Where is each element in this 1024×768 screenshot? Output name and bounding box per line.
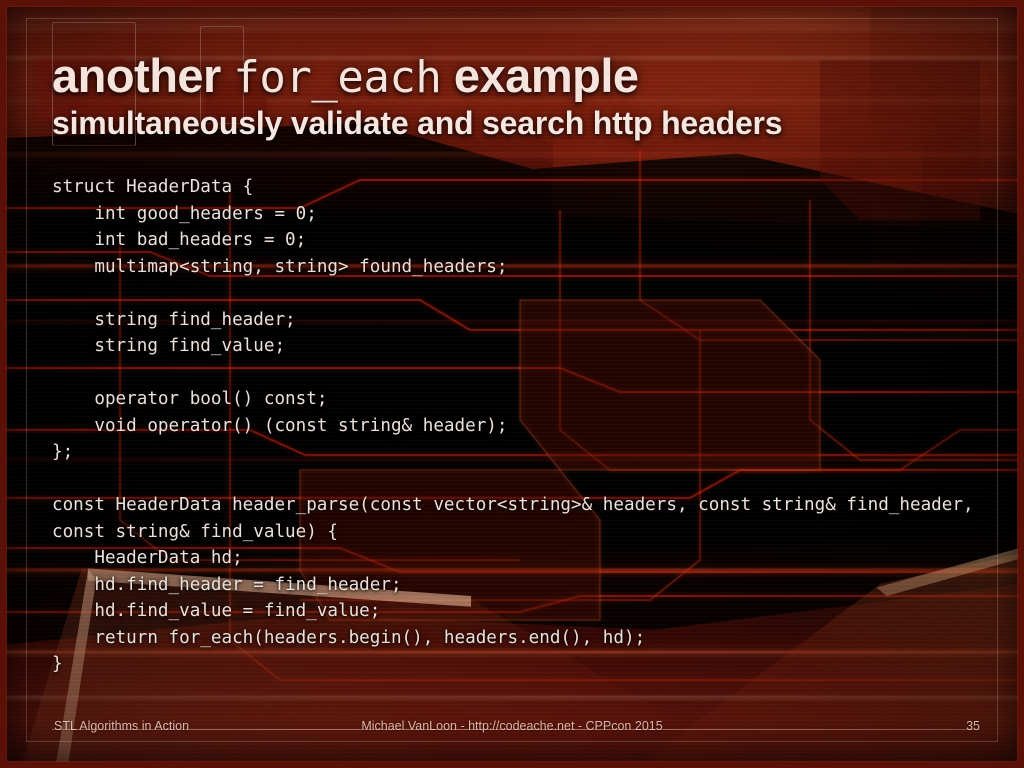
code-line: struct HeaderData { [52,177,254,197]
code-line: }; [52,442,74,462]
presentation-slide: another for_each example simultaneously … [0,0,1024,768]
code-line-wrapped: const HeaderData header_parse(const vect… [52,495,985,542]
code-block: struct HeaderData { int good_headers = 0… [52,174,982,678]
slide-subtitle: simultaneously validate and search http … [52,104,783,141]
slide-title-part3: example [453,49,639,102]
code-line: hd.find_header = find_header; [52,574,402,595]
footer-presentation-title: STL Algorithms in Action [54,719,190,733]
code-line: void operator() (const string& header); [52,415,508,436]
code-line: string find_value; [52,336,286,356]
slide-title: another for_each example [52,52,982,101]
slide-title-block: another for_each example simultaneously … [52,52,982,140]
slide-content: another for_each example simultaneously … [0,0,1024,768]
code-line: HeaderData hd; [52,548,243,568]
code-line: multimap<string, string> found_headers; [52,256,508,277]
code-line: int good_headers = 0; [52,203,317,224]
code-line: operator bool() const; [52,389,328,409]
footer-attribution: Michael VanLoon - http://codeache.net - … [361,719,663,733]
code-line: } [52,654,63,674]
slide-title-part2-code: for_each [233,52,442,103]
code-line: int bad_headers = 0; [52,230,307,250]
code-line: string find_header; [52,309,296,330]
code-line: hd.find_value = find_value; [52,601,381,621]
footer-page-number: 35 [966,719,980,733]
code-line: return for_each(headers.begin(), headers… [52,627,646,648]
slide-footer: STL Algorithms in Action Michael VanLoon… [0,708,1024,768]
slide-title-part1: another [52,49,221,102]
